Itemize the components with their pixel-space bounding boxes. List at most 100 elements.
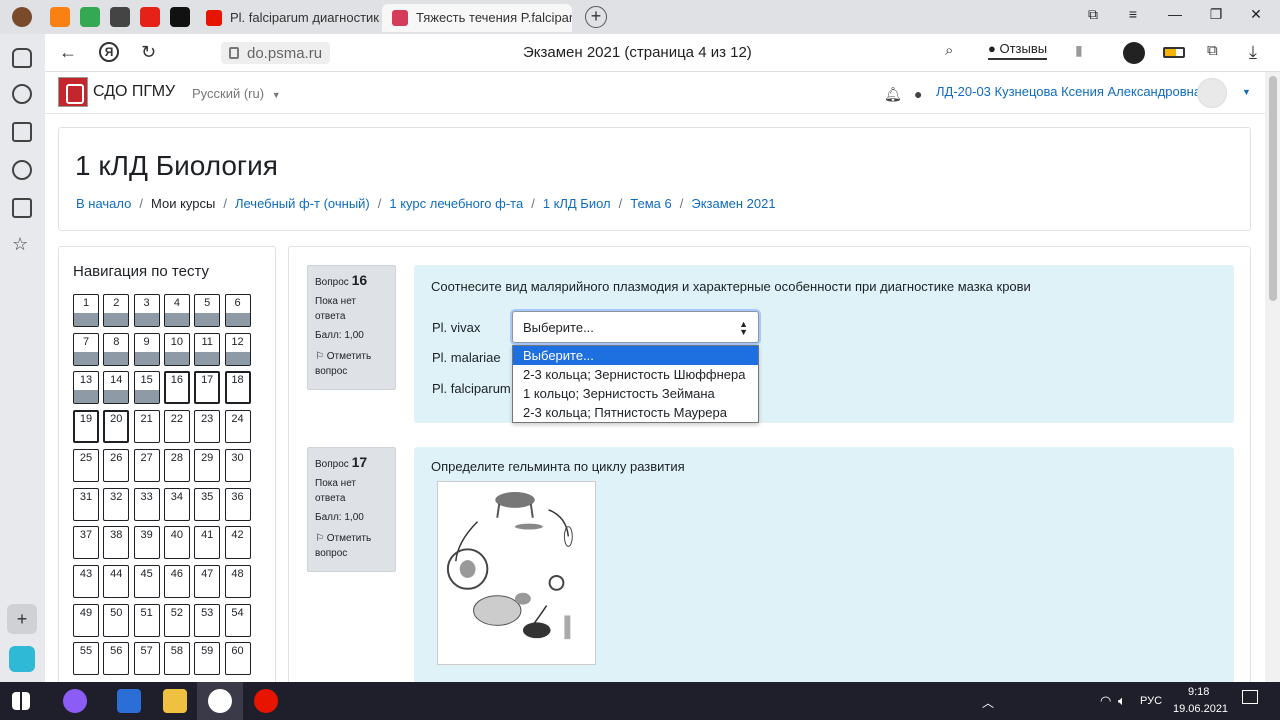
quiz-nav-question-button[interactable]: 10: [163, 332, 190, 366]
clock-time[interactable]: 9:18: [1188, 686, 1209, 698]
clock-date[interactable]: 19.06.2021: [1173, 703, 1228, 715]
quiz-nav-question-button[interactable]: 5: [194, 294, 221, 327]
quiz-nav-question-button[interactable]: 6: [224, 294, 251, 327]
alice-assistant-icon[interactable]: [63, 689, 87, 713]
notifications-icon[interactable]: [1242, 690, 1258, 704]
breadcrumb-topic[interactable]: Тема 6: [630, 196, 671, 211]
pinned-tab-google-icon[interactable]: [80, 7, 100, 27]
collections-icon[interactable]: ⧉: [1081, 6, 1105, 23]
quiz-nav-question-button[interactable]: 41: [194, 526, 221, 560]
answer-select-vivax[interactable]: Выберите... ▲ ▼: [512, 311, 759, 343]
quiz-nav-question-button[interactable]: 50: [103, 603, 130, 637]
quiz-nav-question-button[interactable]: 11: [194, 332, 221, 366]
history-icon[interactable]: [12, 84, 32, 104]
quiz-nav-question-button[interactable]: 16: [163, 371, 190, 405]
quiz-nav-question-button[interactable]: 22: [163, 410, 190, 444]
quiz-nav-question-button[interactable]: 26: [103, 448, 130, 482]
quiz-nav-question-button[interactable]: 8: [103, 332, 130, 366]
quiz-nav-question-button[interactable]: 32: [103, 487, 130, 521]
quiz-nav-question-button[interactable]: 1: [73, 294, 99, 327]
quiz-nav-question-button[interactable]: 59: [194, 642, 221, 676]
quiz-nav-question-button[interactable]: 28: [163, 448, 190, 482]
site-name[interactable]: СДО ПГМУ: [93, 83, 175, 101]
breadcrumb-home[interactable]: В начало: [76, 196, 131, 211]
tray-network-icon[interactable]: ◠: [1100, 693, 1111, 709]
quiz-nav-question-button[interactable]: 51: [133, 603, 160, 637]
flag-question-link[interactable]: ⚐ Отметить вопрос: [315, 349, 388, 379]
quiz-nav-question-button[interactable]: 47: [194, 564, 221, 598]
quiz-nav-question-button[interactable]: 23: [194, 410, 221, 444]
quiz-nav-question-button[interactable]: 56: [103, 642, 130, 676]
quiz-nav-question-button[interactable]: 34: [163, 487, 190, 521]
quiz-nav-question-button[interactable]: 43: [73, 564, 99, 598]
reload-icon[interactable]: ↻: [141, 42, 156, 63]
quiz-nav-question-button[interactable]: 57: [133, 642, 160, 676]
quiz-nav-question-button[interactable]: 9: [133, 332, 160, 366]
quiz-nav-question-button[interactable]: 25: [73, 448, 99, 482]
dropdown-option[interactable]: 2-3 кольца; Зернистость Шюффнера: [513, 365, 758, 384]
pinned-tab-messenger-icon[interactable]: [170, 7, 190, 27]
search-icon[interactable]: ⌕: [945, 42, 953, 59]
quiz-nav-question-button[interactable]: 48: [224, 564, 251, 598]
pinned-tab-moodle-icon[interactable]: [50, 7, 70, 27]
quiz-nav-question-button[interactable]: 12: [224, 332, 251, 366]
breadcrumb-course-year[interactable]: 1 курс лечебного ф-та: [389, 196, 523, 211]
quiz-nav-question-button[interactable]: 53: [194, 603, 221, 637]
quiz-nav-question-button[interactable]: 35: [194, 487, 221, 521]
quiz-nav-question-button[interactable]: 54: [224, 603, 251, 637]
quiz-nav-question-button[interactable]: 4: [163, 294, 190, 327]
yandex-home-icon[interactable]: Я: [99, 42, 119, 62]
quiz-nav-question-button[interactable]: 3: [133, 294, 160, 327]
yandex-browser-icon[interactable]: [208, 689, 232, 713]
quiz-nav-question-button[interactable]: 58: [163, 642, 190, 676]
quiz-nav-question-button[interactable]: 20: [103, 410, 130, 444]
keyboard-language[interactable]: РУС: [1140, 695, 1162, 707]
back-icon[interactable]: ←: [59, 42, 77, 63]
language-menu[interactable]: Русский (ru) ▼: [192, 86, 281, 101]
user-menu-name[interactable]: ЛД-20-03 Кузнецова Ксения Александровна: [936, 84, 1201, 99]
feedback-button[interactable]: ● Отзывы: [988, 41, 1048, 60]
yandex-app-icon[interactable]: [254, 689, 278, 713]
avatar[interactable]: [1197, 78, 1227, 108]
download-icon[interactable]: ⤓: [1249, 42, 1257, 63]
quiz-nav-question-button[interactable]: 44: [103, 564, 130, 598]
menu-icon[interactable]: ≡: [1121, 6, 1145, 22]
pinned-tab-app-icon[interactable]: [110, 7, 130, 27]
dropdown-option[interactable]: Выберите...: [513, 346, 758, 365]
breadcrumb-exam[interactable]: Экзамен 2021: [691, 196, 775, 211]
pinned-tab-youtube-icon[interactable]: [140, 7, 160, 27]
quiz-nav-question-button[interactable]: 33: [133, 487, 160, 521]
collections-sidebar-icon[interactable]: [12, 122, 32, 142]
breadcrumb-faculty[interactable]: Лечебный ф-т (очный): [235, 196, 370, 211]
quiz-nav-question-button[interactable]: 49: [73, 603, 99, 637]
tray-chevron-icon[interactable]: ︿: [982, 694, 994, 711]
quiz-nav-question-button[interactable]: 19: [73, 410, 99, 444]
url-field[interactable]: do.psma.ru: [221, 42, 331, 64]
quiz-nav-question-button[interactable]: 60: [224, 642, 251, 676]
tray-volume-icon[interactable]: 🔈︎: [1118, 693, 1126, 709]
new-tab-button[interactable]: +: [585, 6, 607, 28]
quiz-nav-question-button[interactable]: 40: [163, 526, 190, 560]
minimize-icon[interactable]: —: [1163, 6, 1187, 22]
quiz-nav-question-button[interactable]: 38: [103, 526, 130, 560]
quiz-nav-question-button[interactable]: 31: [73, 487, 99, 521]
translate-icon[interactable]: ⧉: [1207, 42, 1218, 59]
quiz-nav-question-button[interactable]: 42: [224, 526, 251, 560]
quiz-nav-question-button[interactable]: 24: [224, 410, 251, 444]
quiz-nav-question-button[interactable]: 17: [194, 371, 221, 405]
bell-icon[interactable]: [12, 48, 32, 68]
file-explorer-icon[interactable]: [163, 689, 187, 713]
restore-icon[interactable]: ❐: [1204, 6, 1228, 23]
battery-icon[interactable]: [1163, 47, 1185, 58]
quiz-nav-question-button[interactable]: 13: [73, 371, 99, 405]
close-icon[interactable]: ✕: [1244, 6, 1268, 23]
quiz-nav-question-button[interactable]: 37: [73, 526, 99, 560]
quiz-nav-question-button[interactable]: 29: [194, 448, 221, 482]
quiz-nav-question-button[interactable]: 52: [163, 603, 190, 637]
dropdown-option[interactable]: 1 кольцо; Зернистость Зеймана: [513, 384, 758, 403]
breadcrumb-course[interactable]: 1 кЛД Биол: [543, 196, 611, 211]
quiz-nav-question-button[interactable]: 27: [133, 448, 160, 482]
video-icon[interactable]: [12, 160, 32, 180]
tab-falciparum-diagnostics[interactable]: Pl. falciparum диагностика: [196, 4, 380, 32]
quiz-nav-question-button[interactable]: 14: [103, 371, 130, 405]
